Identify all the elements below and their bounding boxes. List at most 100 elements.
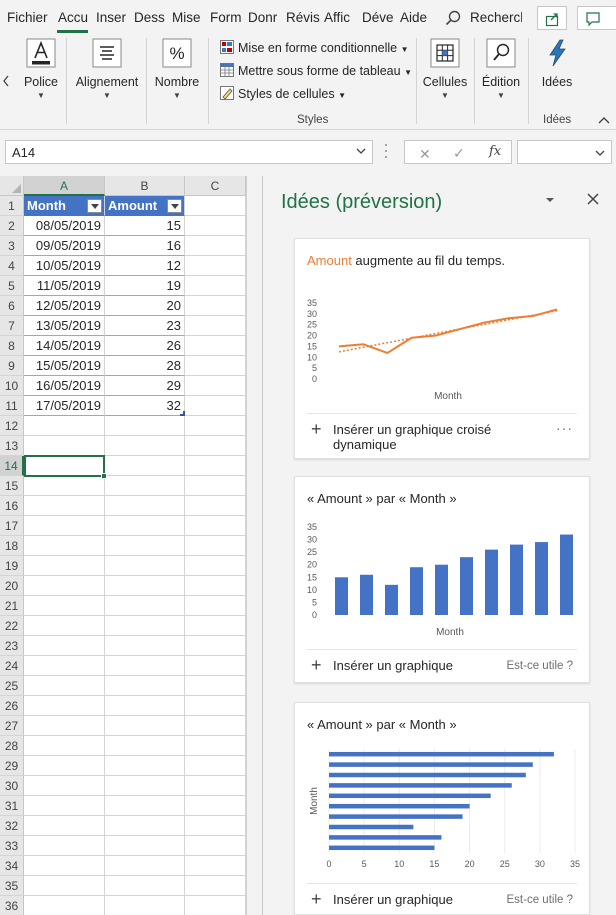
empty-cell[interactable] xyxy=(24,476,105,496)
empty-cell[interactable] xyxy=(24,516,105,536)
row-header[interactable]: 30 xyxy=(0,776,24,796)
month-cell[interactable]: 11/05/2019 xyxy=(24,276,105,296)
tab-draw[interactable]: Dess xyxy=(134,10,165,25)
search-icon[interactable] xyxy=(445,10,461,26)
helpful-link[interactable]: Est-ce utile ? xyxy=(507,660,573,672)
row-header[interactable]: 27 xyxy=(0,716,24,736)
name-box[interactable]: A14 xyxy=(5,140,373,164)
row-header[interactable]: 1 xyxy=(0,196,24,216)
row-header[interactable]: 11 xyxy=(0,396,24,416)
month-cell[interactable]: 16/05/2019 xyxy=(24,376,105,396)
empty-cell[interactable] xyxy=(185,736,246,756)
empty-cell[interactable] xyxy=(24,796,105,816)
row-header[interactable]: 34 xyxy=(0,856,24,876)
alignment-group-button[interactable]: Alignement ▼ xyxy=(72,34,142,100)
row-header[interactable]: 23 xyxy=(0,636,24,656)
row-header[interactable]: 25 xyxy=(0,676,24,696)
filter-dropdown-button[interactable] xyxy=(167,199,182,213)
empty-cell[interactable] xyxy=(185,396,246,416)
empty-cell[interactable] xyxy=(185,476,246,496)
empty-cell[interactable] xyxy=(24,736,105,756)
row-header[interactable]: 6 xyxy=(0,296,24,316)
empty-cell[interactable] xyxy=(105,556,185,576)
table-header-cell[interactable]: Amount xyxy=(105,196,185,216)
month-cell[interactable]: 08/05/2019 xyxy=(24,216,105,236)
row-header[interactable]: 19 xyxy=(0,556,24,576)
empty-cell[interactable] xyxy=(105,416,185,436)
enter-icon[interactable]: ✓ xyxy=(453,145,465,162)
row-header[interactable]: 31 xyxy=(0,796,24,816)
empty-cell[interactable] xyxy=(105,876,185,896)
tab-insert[interactable]: Inser xyxy=(96,10,126,25)
tab-view[interactable]: Affic xyxy=(324,10,350,25)
row-header[interactable]: 3 xyxy=(0,236,24,256)
empty-cell[interactable] xyxy=(185,216,246,236)
empty-cell[interactable] xyxy=(105,696,185,716)
row-header[interactable]: 36 xyxy=(0,896,24,915)
empty-cell[interactable] xyxy=(185,336,246,356)
empty-cell[interactable] xyxy=(185,596,246,616)
insert-function-button[interactable]: fx xyxy=(489,144,501,159)
select-all-button[interactable] xyxy=(0,176,24,196)
empty-cell[interactable] xyxy=(105,836,185,856)
tab-review[interactable]: Révis xyxy=(286,10,320,25)
tab-formulas[interactable]: Form xyxy=(210,10,242,25)
empty-cell[interactable] xyxy=(24,776,105,796)
empty-cell[interactable] xyxy=(24,496,105,516)
empty-cell[interactable] xyxy=(185,656,246,676)
comments-button[interactable] xyxy=(577,6,616,30)
empty-cell[interactable] xyxy=(185,456,246,476)
row-header[interactable]: 7 xyxy=(0,316,24,336)
empty-cell[interactable] xyxy=(185,716,246,736)
empty-cell[interactable] xyxy=(185,376,246,396)
row-header[interactable]: 9 xyxy=(0,356,24,376)
number-group-button[interactable]: % Nombre ▼ xyxy=(152,34,202,100)
row-header[interactable]: 22 xyxy=(0,616,24,636)
row-header[interactable]: 10 xyxy=(0,376,24,396)
empty-cell[interactable] xyxy=(24,836,105,856)
empty-cell[interactable] xyxy=(185,436,246,456)
chevron-down-icon[interactable] xyxy=(545,196,555,204)
share-button[interactable] xyxy=(537,6,567,30)
row-header[interactable]: 32 xyxy=(0,816,24,836)
empty-cell[interactable] xyxy=(105,476,185,496)
column-header-a[interactable]: A xyxy=(24,176,105,196)
filter-dropdown-button[interactable] xyxy=(87,199,102,213)
empty-cell[interactable] xyxy=(185,816,246,836)
empty-cell[interactable] xyxy=(24,436,105,456)
empty-cell[interactable] xyxy=(185,236,246,256)
empty-cell[interactable] xyxy=(105,616,185,636)
row-header[interactable]: 12 xyxy=(0,416,24,436)
empty-cell[interactable] xyxy=(24,656,105,676)
empty-cell[interactable] xyxy=(185,296,246,316)
month-cell[interactable]: 13/05/2019 xyxy=(24,316,105,336)
empty-cell[interactable] xyxy=(185,796,246,816)
row-header[interactable]: 4 xyxy=(0,256,24,276)
chevron-down-icon[interactable] xyxy=(595,149,605,157)
amount-cell[interactable]: 12 xyxy=(105,256,185,276)
empty-cell[interactable] xyxy=(105,536,185,556)
collapse-ribbon-icon[interactable] xyxy=(598,116,610,124)
empty-cell[interactable] xyxy=(105,676,185,696)
empty-cell[interactable] xyxy=(105,776,185,796)
empty-cell[interactable] xyxy=(185,536,246,556)
row-header[interactable]: 16 xyxy=(0,496,24,516)
empty-cell[interactable] xyxy=(24,856,105,876)
tab-help[interactable]: Aide xyxy=(400,10,427,25)
row-header[interactable]: 18 xyxy=(0,536,24,556)
month-cell[interactable]: 09/05/2019 xyxy=(24,236,105,256)
month-cell[interactable]: 15/05/2019 xyxy=(24,356,105,376)
empty-cell[interactable] xyxy=(24,556,105,576)
empty-cell[interactable] xyxy=(185,556,246,576)
cell-styles-button[interactable]: Styles de cellules ▼ xyxy=(220,86,346,101)
search-box[interactable]: Recherch xyxy=(470,10,522,25)
empty-cell[interactable] xyxy=(24,536,105,556)
formula-input[interactable] xyxy=(517,140,612,164)
conditional-formatting-button[interactable]: Mise en forme conditionnelle ▼ xyxy=(220,40,409,55)
row-header[interactable]: 14 xyxy=(0,456,24,476)
row-header[interactable]: 21 xyxy=(0,596,24,616)
empty-cell[interactable] xyxy=(185,876,246,896)
amount-cell[interactable]: 28 xyxy=(105,356,185,376)
empty-cell[interactable] xyxy=(105,576,185,596)
empty-cell[interactable] xyxy=(185,896,246,915)
